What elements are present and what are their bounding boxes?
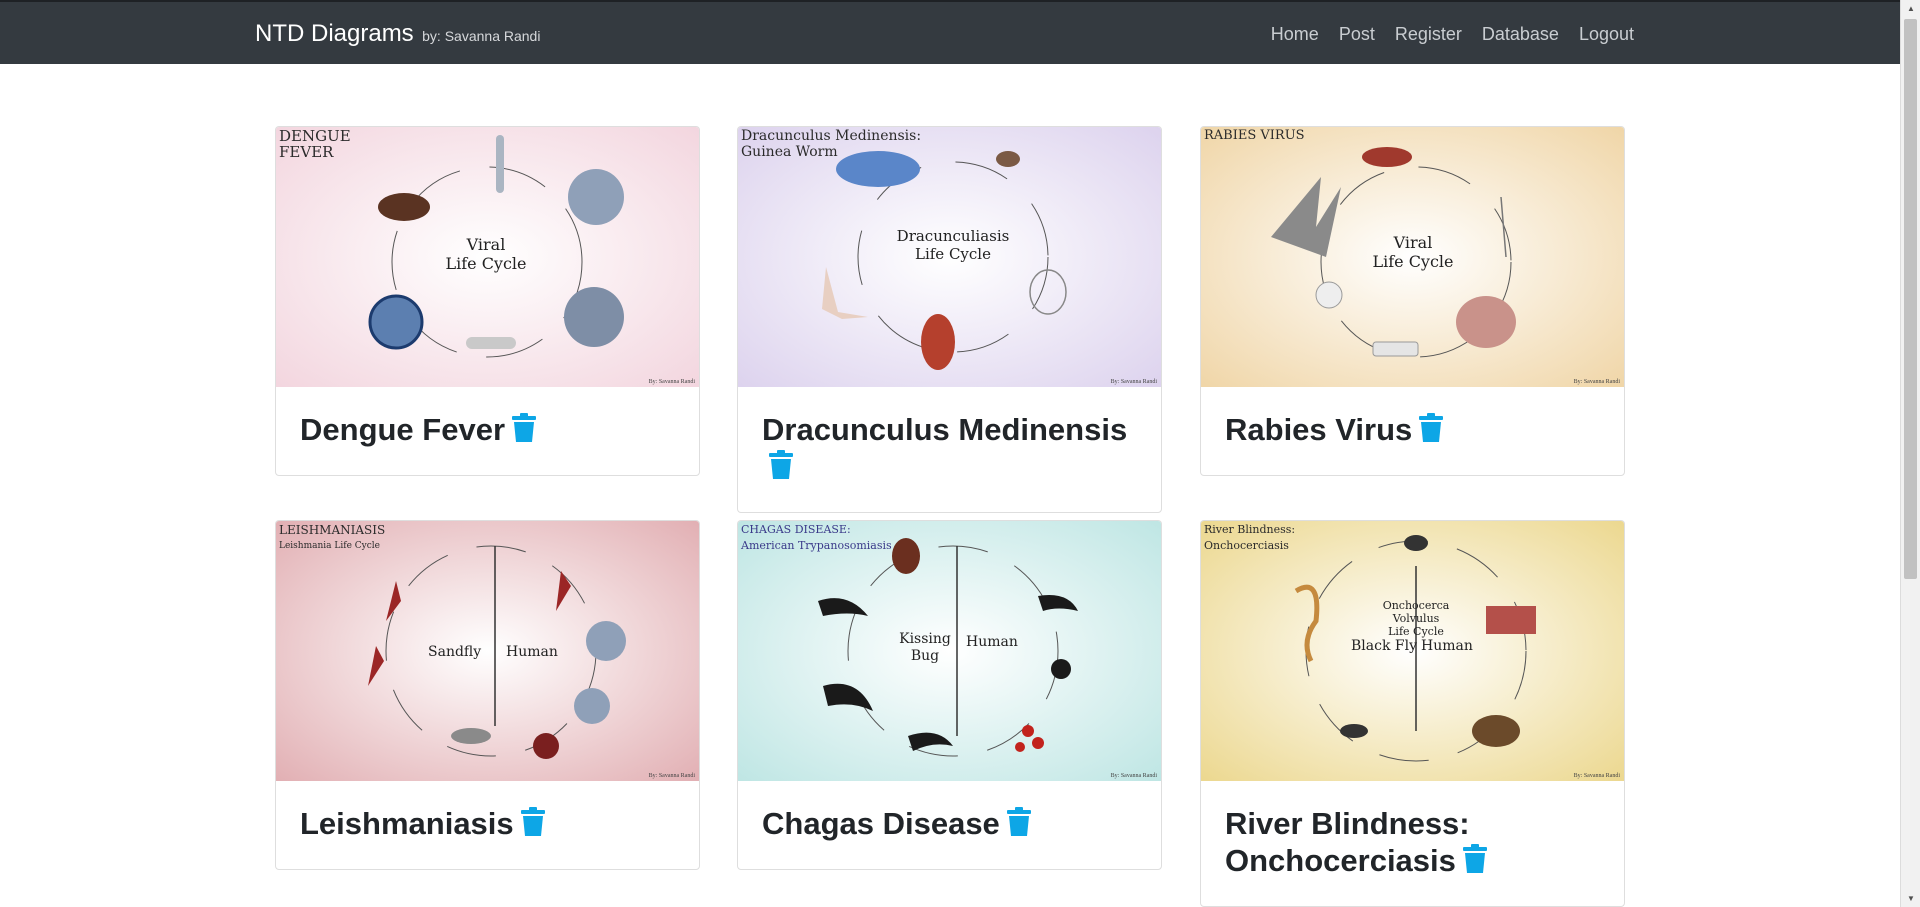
- trash-icon[interactable]: [520, 807, 546, 845]
- image-corner-title: CHAGAS DISEASE: American Trypanosomiasis: [741, 523, 892, 552]
- scroll-down-arrow-icon[interactable]: ▼: [1901, 890, 1920, 907]
- card-title-row: River Blindness: Onchocerciasis: [1225, 805, 1525, 882]
- image-signature: By: Savanna Randi: [1110, 773, 1157, 779]
- nav-post-link[interactable]: Post: [1339, 24, 1375, 45]
- image-corner-title: RABIES VIRUS: [1204, 128, 1305, 143]
- nav-database-link[interactable]: Database: [1482, 24, 1559, 45]
- card-title[interactable]: River Blindness: Onchocerciasis: [1225, 806, 1470, 878]
- card-title[interactable]: Rabies Virus: [1225, 412, 1412, 447]
- leishmaniasis-lifecycle-diagram: [276, 521, 699, 781]
- image-corner-title: LEISHMANIASIS Leishmania Life Cycle: [279, 523, 386, 551]
- image-left-label: Kissing Bug: [899, 631, 951, 664]
- card-title-row: Rabies Virus: [1225, 411, 1600, 451]
- navbar: NTD Diagrams by: Savanna Randi Home Post…: [0, 0, 1900, 64]
- brand-title[interactable]: NTD Diagrams: [255, 20, 414, 47]
- card-body: Dengue Fever: [276, 387, 699, 475]
- card-image[interactable]: DENGUE FEVER Viral Life Cycle By: Savanna …: [276, 127, 699, 387]
- image-corner-title: River Blindness: Onchocerciasis: [1204, 523, 1296, 552]
- image-corner-title: DENGUE FEVER: [279, 127, 351, 161]
- image-right-label: Human: [1421, 638, 1473, 654]
- card-rabies-virus[interactable]: RABIES VIRUS Viral Life Cycle By: Savanna…: [1200, 126, 1625, 476]
- trash-icon[interactable]: [1462, 844, 1488, 882]
- card-leishmaniasis[interactable]: LEISHMANIASIS Leishmania Life Cycle Sandf…: [275, 520, 700, 870]
- card-title-row: Dracunculus Medinensis: [762, 411, 1137, 488]
- nav-logout-link[interactable]: Logout: [1579, 24, 1634, 45]
- card-title[interactable]: Leishmaniasis: [300, 806, 514, 841]
- image-signature: By: Savanna Randi: [648, 379, 695, 385]
- brand[interactable]: NTD Diagrams by: Savanna Randi: [255, 20, 540, 48]
- card-image[interactable]: River Blindness: Onchocerciasis Onchocerc…: [1201, 521, 1624, 781]
- image-center-label: Viral Life Cycle: [445, 235, 527, 273]
- trash-icon[interactable]: [1006, 807, 1032, 845]
- image-corner-title: Dracunculus Medinensis: Guinea Worm: [741, 128, 922, 160]
- image-center-label: Viral Life Cycle: [1372, 233, 1454, 271]
- image-left-label: Black Fly: [1351, 638, 1417, 654]
- card-image[interactable]: LEISHMANIASIS Leishmania Life Cycle Sandf…: [276, 521, 699, 781]
- card-title[interactable]: Dracunculus Medinensis: [762, 412, 1127, 447]
- scroll-up-arrow-icon[interactable]: ▲: [1901, 0, 1920, 17]
- card-title-row: Leishmaniasis: [300, 805, 675, 845]
- card-chagas-disease[interactable]: CHAGAS DISEASE: American Trypanosomiasis …: [737, 520, 1162, 870]
- card-dracunculus-medinensis[interactable]: Dracunculus Medinensis: Guinea Worm Dracu…: [737, 126, 1162, 513]
- card-title[interactable]: Dengue Fever: [300, 412, 505, 447]
- image-signature: By: Savanna Randi: [1573, 379, 1620, 385]
- image-signature: By: Savanna Randi: [648, 773, 695, 779]
- trash-icon[interactable]: [768, 450, 794, 488]
- nav-home-link[interactable]: Home: [1271, 24, 1319, 45]
- vertical-scrollbar[interactable]: ▲ ▼: [1900, 0, 1920, 907]
- card-body: Rabies Virus: [1201, 387, 1624, 475]
- brand-byline: by: Savanna Randi: [422, 28, 541, 44]
- card-river-blindness[interactable]: River Blindness: Onchocerciasis Onchocerc…: [1200, 520, 1625, 907]
- card-body: Chagas Disease: [738, 781, 1161, 869]
- image-right-label: Human: [506, 644, 558, 660]
- card-dengue-fever[interactable]: DENGUE FEVER Viral Life Cycle By: Savanna …: [275, 126, 700, 476]
- card-title-row: Chagas Disease: [762, 805, 1137, 845]
- scrollbar-thumb[interactable]: [1904, 19, 1917, 579]
- nav-links: Home Post Register Database Logout: [1271, 24, 1634, 45]
- card-title-row: Dengue Fever: [300, 411, 675, 451]
- nav-register-link[interactable]: Register: [1395, 24, 1462, 45]
- card-title[interactable]: Chagas Disease: [762, 806, 1000, 841]
- card-body: River Blindness: Onchocerciasis: [1201, 781, 1624, 906]
- image-right-label: Human: [966, 634, 1018, 650]
- image-signature: By: Savanna Randi: [1573, 773, 1620, 779]
- card-body: Leishmaniasis: [276, 781, 699, 869]
- card-body: Dracunculus Medinensis: [738, 387, 1161, 512]
- trash-icon[interactable]: [1418, 413, 1444, 451]
- card-image[interactable]: RABIES VIRUS Viral Life Cycle By: Savanna…: [1201, 127, 1624, 387]
- image-center-label: Dracunculiasis Life Cycle: [896, 227, 1010, 263]
- image-signature: By: Savanna Randi: [1110, 379, 1157, 385]
- trash-icon[interactable]: [511, 413, 537, 451]
- image-left-label: Sandfly: [428, 644, 482, 660]
- card-image[interactable]: CHAGAS DISEASE: American Trypanosomiasis …: [738, 521, 1161, 781]
- image-center-label: Onchocerca Volvulus Life Cycle: [1382, 599, 1450, 638]
- card-image[interactable]: Dracunculus Medinensis: Guinea Worm Dracu…: [738, 127, 1161, 387]
